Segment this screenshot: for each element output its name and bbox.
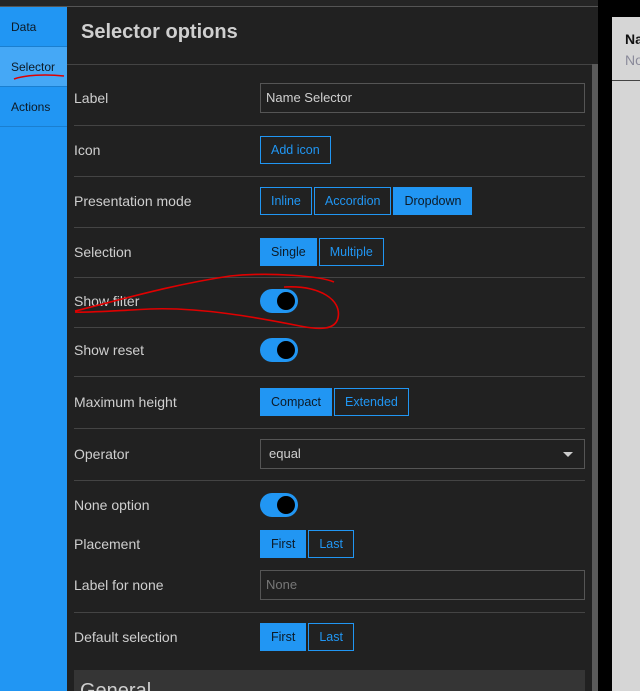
show-reset-label: Show reset [74,342,145,358]
label-for-none-input[interactable]: None [260,570,585,600]
sidebar-item-actions[interactable]: Actions [0,87,67,127]
label-label: Label [74,90,109,106]
selector-options-panel: Selector options Label Name Selector Ico… [67,7,598,691]
divider [74,176,585,177]
default-first-button[interactable]: First [260,623,307,651]
max-height-compact-button[interactable]: Compact [260,388,333,416]
divider [612,80,640,81]
show-filter-toggle[interactable] [260,289,298,313]
sidebar-item-data[interactable]: Data [0,7,67,47]
placement-last-button[interactable]: Last [308,530,354,558]
preview-panel: Na No [612,17,640,691]
operator-label: Operator [74,446,130,462]
none-option-label: None option [74,497,150,513]
placement-first-button[interactable]: First [260,530,307,558]
presentation-dropdown-button[interactable]: Dropdown [393,187,473,215]
divider [67,64,592,65]
sidebar-item-selector[interactable]: Selector [0,47,67,87]
general-section-header[interactable]: General [74,670,585,691]
divider [74,376,585,377]
top-strip [0,0,598,7]
toggle-knob [275,290,297,312]
add-icon-button[interactable]: Add icon [260,136,331,164]
scrollbar[interactable] [592,64,598,691]
preview-title: Na [625,31,640,47]
operator-select[interactable]: equal [260,439,585,469]
divider [74,480,585,481]
page-title: Selector options [81,21,238,43]
divider [74,327,585,328]
max-height-extended-button[interactable]: Extended [334,388,409,416]
show-filter-label: Show filter [74,293,140,309]
label-for-none-label: Label for none [74,577,164,593]
presentation-mode-label: Presentation mode [74,193,192,209]
maximum-height-label: Maximum height [74,394,177,410]
default-last-button[interactable]: Last [308,623,354,651]
chevron-down-icon [563,452,573,457]
show-reset-toggle[interactable] [260,338,298,362]
divider [74,125,585,126]
label-input[interactable]: Name Selector [260,83,585,113]
divider [74,227,585,228]
default-selection-label: Default selection [74,629,178,645]
selection-multiple-button[interactable]: Multiple [318,238,384,266]
divider [74,612,585,613]
toggle-knob [275,494,297,516]
none-option-toggle[interactable] [260,493,298,517]
toggle-knob [275,339,297,361]
selection-label: Selection [74,244,132,260]
presentation-inline-button[interactable]: Inline [260,187,312,215]
divider [74,277,585,278]
placement-label: Placement [74,536,141,552]
selection-single-button[interactable]: Single [260,238,317,266]
icon-label: Icon [74,142,101,158]
divider [74,428,585,429]
presentation-accordion-button[interactable]: Accordion [313,187,392,215]
sidebar: Data Selector Actions [0,7,67,691]
preview-subtitle: No [625,52,640,68]
operator-value: equal [269,446,301,461]
